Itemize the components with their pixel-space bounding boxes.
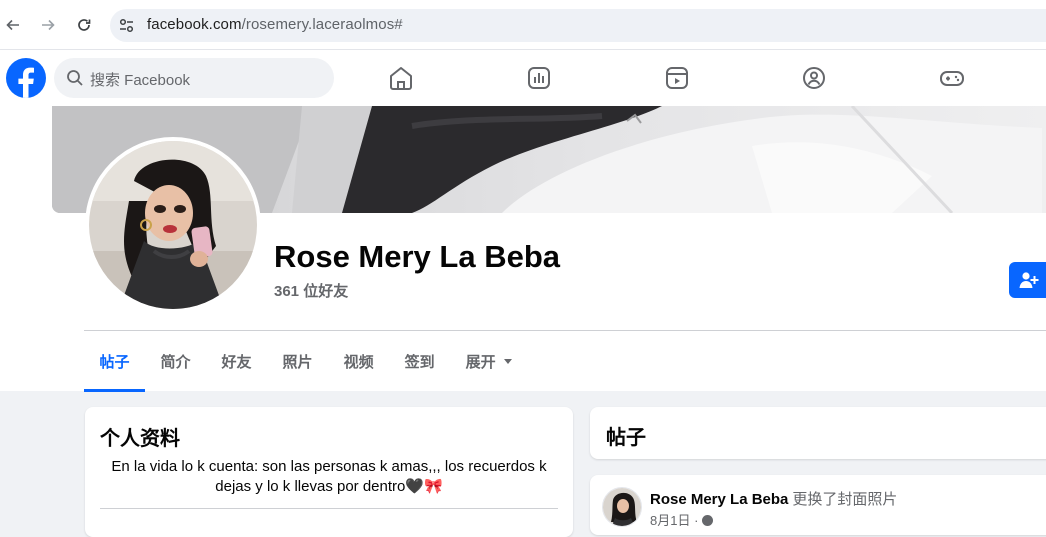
friends-count[interactable]: 361 位好友 [274,280,348,301]
url-host: facebook.com [147,16,242,33]
tab-videos[interactable]: 视频 [328,332,389,390]
intro-bio: En la vida lo k cuenta: son las personas… [111,458,547,495]
arrow-left-icon [6,19,19,31]
groups-icon[interactable] [800,64,828,92]
tab-more[interactable]: 展开 [450,332,527,390]
back-button[interactable] [1,13,25,37]
tab-label: 视频 [343,353,374,371]
tab-photos[interactable]: 照片 [267,332,328,390]
url-text[interactable]: facebook.com/rosemery.laceraolmos# [147,16,403,33]
post-author-avatar[interactable] [602,487,642,527]
tab-label: 好友 [221,353,252,371]
reload-icon [78,19,91,31]
gaming-icon[interactable] [938,64,966,92]
tab-friends[interactable]: 好友 [206,332,267,390]
add-friend-button[interactable] [1009,262,1046,298]
facebook-header: 搜索 Facebook [0,50,1046,106]
browser-toolbar: facebook.com/rosemery.laceraolmos# [0,0,1046,50]
post-action-text: 更换了封面照片 [792,491,898,508]
reload-button[interactable] [72,13,96,37]
posts-header-card: 帖子 [590,407,1046,459]
profile-divider [84,330,1046,331]
profile-tabs: 帖子 简介 好友 照片 视频 签到 展开 [84,332,527,392]
intro-title: 个人资料 [100,428,180,450]
globe-icon [702,515,714,526]
tab-posts[interactable]: 帖子 [84,332,146,392]
tab-label: 简介 [160,353,191,371]
add-friend-icon [1019,272,1039,288]
tab-checkins[interactable]: 签到 [389,332,450,390]
intro-divider [100,508,558,509]
profile-name: Rose Mery La Beba [274,239,560,274]
search-box[interactable]: 搜索 Facebook [54,58,334,98]
caret-down-icon [503,358,512,364]
tab-label: 照片 [282,353,313,371]
post-author-name[interactable]: Rose Mery La Beba [650,491,788,508]
forward-button[interactable] [36,13,60,37]
site-settings-icon[interactable] [118,17,135,34]
address-bar[interactable]: facebook.com/rosemery.laceraolmos# [110,9,1046,42]
tab-about[interactable]: 简介 [145,332,206,390]
search-icon [67,70,83,86]
url-path: /rosemery.laceraolmos# [241,16,403,33]
post-card: Rose Mery La Beba 更换了封面照片 8月1日 · [590,475,1046,535]
posts-title: 帖子 [606,427,646,449]
post-headline: Rose Mery La Beba 更换了封面照片 [650,488,897,509]
post-date[interactable]: 8月1日 · [650,513,698,528]
tab-label: 帖子 [99,353,130,371]
arrow-right-icon [42,19,55,31]
profile-avatar[interactable] [89,141,257,309]
tab-label: 签到 [404,353,435,371]
post-meta: 8月1日 · [650,510,714,529]
tab-label: 展开 [465,353,496,371]
profile-header: Rose Mery La Beba 361 位好友 帖子 简介 好友 照片 视频… [0,106,1046,392]
facebook-logo-icon[interactable] [6,58,46,98]
search-placeholder: 搜索 Facebook [90,72,191,89]
reels-icon[interactable] [663,64,691,92]
video-icon[interactable] [525,64,553,92]
home-icon[interactable] [387,64,415,92]
